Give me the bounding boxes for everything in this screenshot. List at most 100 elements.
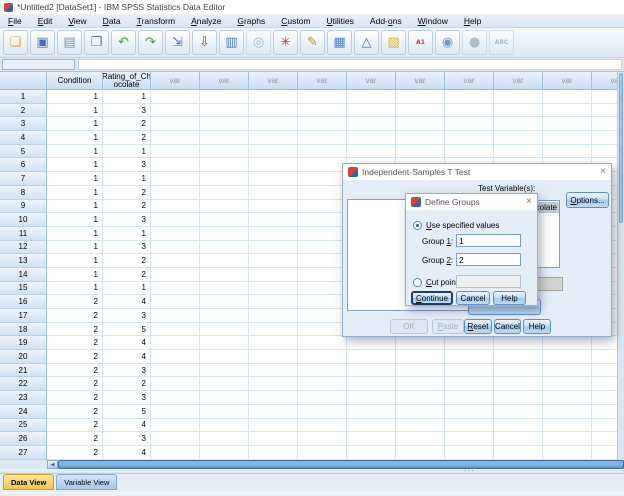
data-cell[interactable]: 1 — [47, 213, 103, 227]
data-cell[interactable] — [347, 336, 396, 351]
row-number[interactable]: 3 — [0, 117, 47, 132]
value-labels-icon[interactable]: A1 — [408, 30, 433, 55]
data-cell[interactable] — [249, 363, 298, 378]
data-cell[interactable] — [298, 391, 347, 405]
data-cell[interactable] — [445, 363, 494, 378]
data-cell[interactable] — [543, 377, 592, 392]
data-cell[interactable] — [494, 445, 543, 460]
data-cell[interactable]: 4 — [103, 336, 151, 351]
vertical-scrollbar[interactable] — [617, 72, 624, 460]
row-number[interactable]: 18 — [0, 322, 47, 337]
data-cell[interactable] — [347, 144, 396, 159]
data-cell[interactable] — [396, 404, 445, 419]
column-header-condition[interactable]: Condition — [47, 72, 103, 90]
data-cell[interactable] — [200, 432, 249, 446]
data-cell[interactable]: 1 — [47, 131, 103, 145]
data-cell[interactable]: 2 — [47, 363, 103, 378]
data-cell[interactable] — [200, 144, 249, 159]
menu-help[interactable]: Help — [456, 16, 489, 26]
row-number[interactable]: 14 — [0, 267, 47, 282]
data-cell[interactable]: 1 — [47, 172, 103, 186]
data-cell[interactable] — [543, 336, 592, 351]
data-cell[interactable]: 2 — [47, 377, 103, 392]
data-cell[interactable] — [543, 350, 592, 364]
data-cell[interactable] — [347, 117, 396, 132]
data-cell[interactable]: 1 — [47, 254, 103, 268]
data-cell[interactable]: 1 — [47, 117, 103, 132]
data-cell[interactable] — [249, 158, 298, 173]
column-header-corner[interactable] — [0, 72, 47, 90]
data-cell[interactable] — [298, 172, 347, 186]
data-cell[interactable] — [200, 404, 249, 419]
data-cell[interactable] — [298, 267, 347, 282]
options-button[interactable]: Options... — [566, 192, 609, 208]
data-cell[interactable] — [298, 295, 347, 309]
data-cell[interactable] — [445, 90, 494, 104]
data-cell[interactable] — [298, 90, 347, 104]
vertical-scrollbar-thumb[interactable] — [619, 73, 623, 223]
column-header-var[interactable]: var — [543, 72, 592, 90]
data-cell[interactable] — [249, 144, 298, 159]
row-number[interactable]: 19 — [0, 336, 47, 351]
data-cell[interactable] — [151, 363, 200, 378]
data-cell[interactable] — [445, 404, 494, 419]
row-number[interactable]: 25 — [0, 418, 47, 433]
data-cell[interactable] — [494, 418, 543, 433]
data-cell[interactable] — [249, 185, 298, 200]
help-button[interactable]: Help — [493, 291, 526, 305]
data-cell[interactable] — [347, 391, 396, 405]
ok-button[interactable]: OK — [390, 319, 428, 334]
data-cell[interactable] — [200, 254, 249, 268]
data-cell[interactable]: 1 — [47, 226, 103, 241]
data-cell[interactable] — [151, 281, 200, 296]
data-cell[interactable] — [396, 445, 445, 460]
data-cell[interactable] — [249, 418, 298, 433]
data-cell[interactable] — [298, 131, 347, 145]
data-cell[interactable] — [347, 445, 396, 460]
data-cell[interactable] — [200, 350, 249, 364]
data-cell[interactable]: 3 — [103, 240, 151, 255]
data-cell[interactable] — [445, 391, 494, 405]
row-number[interactable]: 5 — [0, 144, 47, 159]
data-cell[interactable]: 3 — [103, 213, 151, 227]
data-cell[interactable] — [396, 391, 445, 405]
data-cell[interactable] — [494, 391, 543, 405]
continue-button[interactable]: Continue — [411, 291, 453, 305]
row-number[interactable]: 15 — [0, 281, 47, 296]
print-icon[interactable]: ▤ — [57, 30, 82, 55]
find-icon[interactable]: ◎ — [246, 30, 271, 55]
data-cell[interactable] — [543, 90, 592, 104]
menu-window[interactable]: Window — [410, 16, 456, 26]
row-number[interactable]: 21 — [0, 363, 47, 378]
data-cell[interactable] — [494, 103, 543, 118]
data-cell[interactable] — [396, 363, 445, 378]
data-cell[interactable] — [494, 350, 543, 364]
data-cell[interactable] — [249, 226, 298, 241]
data-cell[interactable] — [249, 240, 298, 255]
horizontal-scrollbar-thumb[interactable] — [58, 460, 624, 469]
menu-custom[interactable]: Custom — [273, 16, 318, 26]
data-cell[interactable]: 2 — [47, 445, 103, 460]
tab-variable-view[interactable]: Variable View — [56, 474, 118, 490]
group2-input[interactable] — [456, 253, 521, 266]
data-cell[interactable]: 2 — [47, 418, 103, 433]
data-cell[interactable] — [298, 240, 347, 255]
data-cell[interactable] — [151, 267, 200, 282]
data-cell[interactable] — [249, 117, 298, 132]
data-cell[interactable]: 4 — [103, 350, 151, 364]
data-cell[interactable] — [200, 185, 249, 200]
data-cell[interactable]: 5 — [103, 404, 151, 419]
data-cell[interactable]: 1 — [103, 90, 151, 104]
data-cell[interactable]: 3 — [103, 309, 151, 323]
data-cell[interactable] — [494, 117, 543, 132]
data-cell[interactable]: 1 — [47, 281, 103, 296]
column-header-var[interactable]: var — [494, 72, 543, 90]
data-cell[interactable] — [200, 158, 249, 173]
data-cell[interactable]: 2 — [103, 199, 151, 214]
data-cell[interactable] — [494, 144, 543, 159]
data-cell[interactable] — [445, 350, 494, 364]
data-cell[interactable]: 2 — [103, 117, 151, 132]
data-cell[interactable] — [249, 281, 298, 296]
data-cell[interactable] — [151, 185, 200, 200]
menu-graphs[interactable]: Graphs — [229, 16, 273, 26]
